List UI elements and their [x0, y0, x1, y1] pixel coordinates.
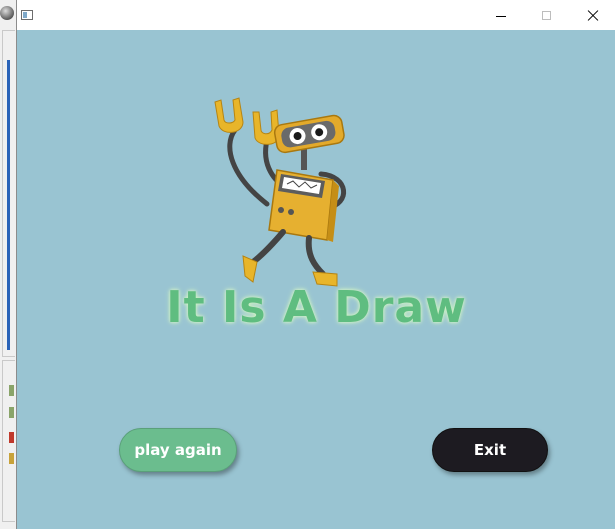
close-button[interactable]	[570, 0, 615, 30]
title-bar[interactable]	[17, 0, 615, 30]
app-orb-icon	[0, 6, 14, 20]
background-scroll-strip	[7, 60, 10, 350]
window-app-icon	[21, 10, 33, 20]
game-window: It Is A Draw play again Exit	[16, 0, 615, 529]
exit-button[interactable]: Exit	[432, 428, 548, 472]
maximize-button[interactable]	[524, 0, 570, 30]
play-again-button[interactable]: play again	[119, 428, 237, 472]
background-tool-icon	[9, 407, 14, 418]
game-screen: It Is A Draw play again Exit	[17, 30, 615, 529]
background-tool-icon	[9, 432, 14, 443]
robot-mascot-icon	[214, 97, 347, 287]
minimize-button[interactable]	[478, 0, 524, 30]
result-title: It Is A Draw	[166, 282, 467, 333]
background-tool-icon	[9, 385, 14, 396]
background-tool-icon	[9, 453, 14, 464]
